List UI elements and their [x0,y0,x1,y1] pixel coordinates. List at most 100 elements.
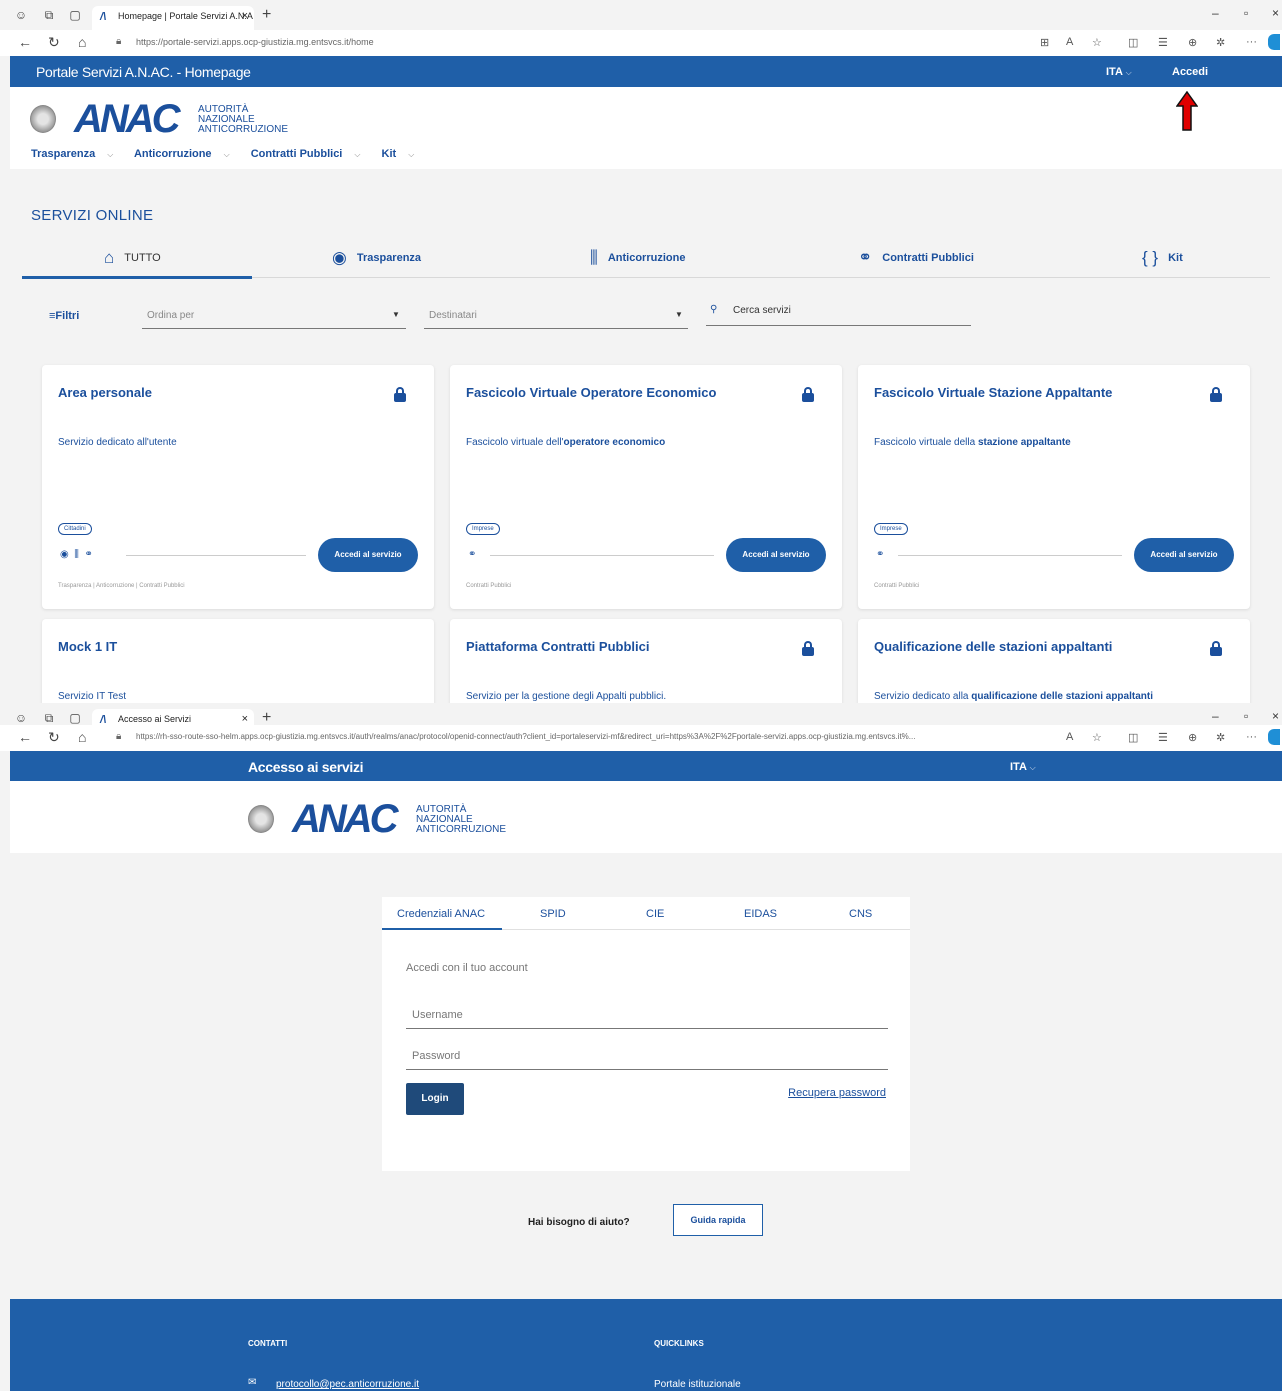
home-icon[interactable]: ⌂ [78,34,86,50]
address-bar: ← ↻ ⌂ 🔒︎ https://portale-servizi.apps.oc… [0,30,1282,56]
tab-contratti-pubblici[interactable]: ⚭ Contratti Pubblici [858,248,974,268]
close-window-icon[interactable]: × [1272,6,1279,20]
login-link[interactable]: Accedi [1172,66,1208,78]
republic-emblem-icon [248,805,274,833]
tab-trasparenza[interactable]: ◉ Trasparenza [332,248,421,268]
more-menu-icon[interactable]: ··· [1246,731,1257,743]
back-icon[interactable]: ← [18,34,32,50]
menu-contratti-pubblici[interactable]: Contratti Pubblici ⌵ [251,148,370,160]
access-service-button[interactable]: Accedi al servizio [726,538,826,572]
recover-password-link[interactable]: Recupera password [788,1087,886,1099]
workspaces-icon[interactable]: ⧉ [42,8,56,22]
lock-icon [802,641,814,656]
collections-icon[interactable]: ⊕ [1188,36,1197,49]
url-field[interactable]: https://portale-servizi.apps.ocp-giustiz… [136,37,374,47]
login-section: Credenziali ANAC SPID CIE EIDAS CNS Acce… [10,853,1282,1299]
language-selector[interactable]: ITA ⌵ [1010,761,1036,773]
restore-icon[interactable]: ▫ [1244,6,1248,20]
order-dropdown-icon: ▼ [392,310,400,319]
close-tab-icon[interactable]: × [242,713,248,725]
menu-anticorruzione[interactable]: Anticorruzione ⌵ [134,148,239,160]
copilot-icon[interactable] [1268,729,1280,745]
column-icon: ⫼ [590,248,598,267]
menu-trasparenza[interactable]: Trasparenza ⌵ [31,148,122,160]
extensions-icon[interactable]: ✲ [1216,36,1225,49]
extensions-icon[interactable]: ✲ [1216,731,1225,744]
login-button[interactable]: Login [406,1083,464,1115]
card-title: Fascicolo Virtuale Operatore Economico [466,385,717,400]
tab-actions-icon[interactable]: ▢ [68,8,82,22]
lock-icon[interactable]: 🔒︎ [116,36,121,47]
card-title: Area personale [58,385,152,400]
tab-cns[interactable]: CNS [849,908,872,920]
workspaces-icon[interactable]: ⧉ [42,711,56,725]
institutional-portal-link[interactable]: Portale istituzionale [654,1379,741,1390]
card-categories: Contratti Pubblici [466,583,512,589]
main-menu: Trasparenza ⌵ Anticorruzione ⌵ Contratti P… [31,148,432,160]
anac-logo[interactable]: ANAC AUTORITÀ NAZIONALE ANTICORRUZIONE [248,799,548,839]
back-icon[interactable]: ← [18,729,32,745]
read-aloud-icon[interactable]: A [1066,731,1073,743]
refresh-icon[interactable]: ↻ [48,34,60,51]
minimize-icon[interactable]: – [1212,709,1219,723]
collections-icon[interactable]: ⊕ [1188,731,1197,744]
browser-tab[interactable]: /\ Homepage | Portale Servizi A.N.A × [92,6,254,30]
tab-spid[interactable]: SPID [540,908,566,920]
split-screen-icon[interactable]: ◫ [1128,731,1138,744]
tab-kit[interactable]: { } Kit [1142,248,1183,268]
page-footer: CONTATTI QUICKLINKS ✉ protocollo@pec.ant… [10,1299,1282,1391]
tab-credenziali-anac[interactable]: Credenziali ANAC [397,908,485,920]
quick-guide-button[interactable]: Guida rapida [673,1204,763,1236]
username-field[interactable]: Username [406,1001,888,1029]
search-icon: ⚲ [710,304,718,315]
portal-header: ANAC AUTORITÀ NAZIONALE ANTICORRUZIONE Tra… [10,87,1282,169]
copilot-icon[interactable] [1268,34,1280,50]
read-aloud-icon[interactable]: A [1066,36,1073,48]
tab-actions-icon[interactable]: ▢ [68,711,82,725]
contact-email-link[interactable]: protocollo@pec.anticorruzione.it [276,1379,419,1390]
anac-logo[interactable]: ANAC AUTORITÀ NAZIONALE ANTICORRUZIONE [30,99,330,139]
profile-icon[interactable]: ☺ [14,711,28,725]
card-description: Servizio per la gestione degli Appalti p… [466,691,667,702]
recipients-select[interactable]: Destinatari [429,310,477,321]
refresh-icon[interactable]: ↻ [48,729,60,746]
tab-eidas[interactable]: EIDAS [744,908,777,920]
favorite-star-icon[interactable]: ☆ [1092,36,1102,49]
lock-icon [802,387,814,402]
braces-icon: { } [1142,248,1159,267]
login-screenshot: ☺ ⧉ ▢ /\ Accesso ai Servizi × + – ▫ × ← … [0,703,1282,1391]
order-by-select[interactable]: Ordina per [147,310,194,321]
tab-cie[interactable]: CIE [646,908,664,920]
filters-button[interactable]: ≡Filtri [49,310,79,322]
home-icon[interactable]: ⌂ [78,729,86,745]
home-icon: ⌂ [104,248,115,267]
close-window-icon[interactable]: × [1272,709,1279,723]
tab-tutto[interactable]: ⌂ TUTTO [104,248,161,268]
lock-icon[interactable]: 🔒︎ [116,731,121,742]
new-tab-icon[interactable]: + [262,6,271,24]
more-menu-icon[interactable]: ··· [1246,36,1257,48]
restore-icon[interactable]: ▫ [1244,709,1248,723]
favorites-icon[interactable]: ☰ [1158,731,1168,744]
category-icons: ⚭ [468,549,476,560]
mail-icon: ✉ [248,1377,257,1388]
access-service-button[interactable]: Accedi al servizio [1134,538,1234,572]
app-available-icon[interactable]: ⊞ [1040,36,1049,49]
close-tab-icon[interactable]: × [242,10,248,22]
url-field[interactable]: https://rh-sso-route-sso-helm.apps.ocp-g… [136,732,1056,741]
active-tab-indicator [382,928,502,930]
handshake-icon: ⚭ [84,549,93,560]
password-field[interactable]: Password [406,1042,888,1070]
favorites-icon[interactable]: ☰ [1158,36,1168,49]
profile-icon[interactable]: ☺ [14,8,28,22]
split-screen-icon[interactable]: ◫ [1128,36,1138,49]
favorite-star-icon[interactable]: ☆ [1092,731,1102,744]
tab-anticorruzione[interactable]: ⫼ Anticorruzione [590,248,685,268]
minimize-icon[interactable]: – [1212,6,1219,20]
anac-favicon: /\ [100,11,107,23]
menu-kit[interactable]: Kit ⌵ [382,148,424,160]
search-services-input[interactable]: Cerca servizi [733,305,791,316]
access-service-button[interactable]: Accedi al servizio [318,538,418,572]
card-description: Servizio IT Test [58,691,126,702]
language-selector[interactable]: ITA ⌵ [1106,66,1132,78]
